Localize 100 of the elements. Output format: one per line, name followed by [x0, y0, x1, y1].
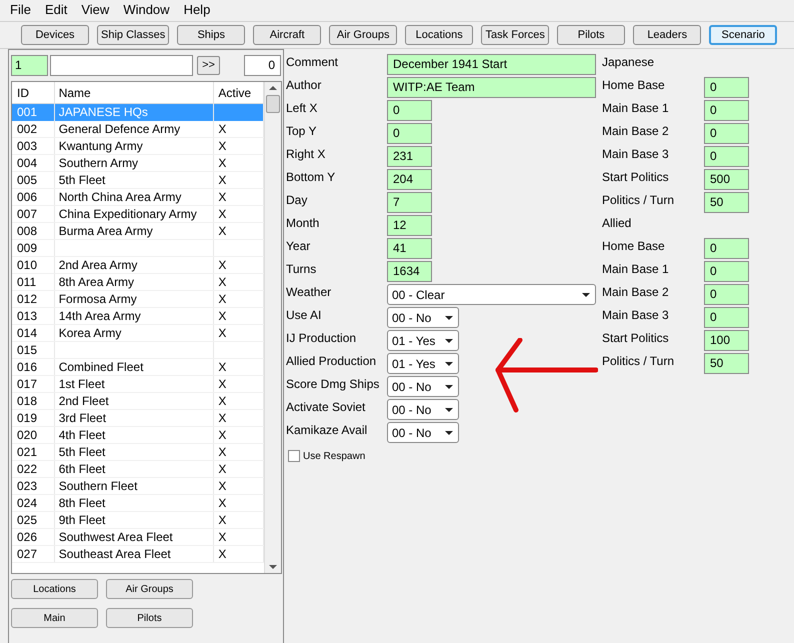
table-cell: 004	[17, 156, 38, 170]
nav-button[interactable]: Main	[11, 608, 98, 628]
table-row[interactable]: 027 Southeast Area Fleet X	[12, 546, 264, 563]
table-row[interactable]: 005 5th Fleet X	[12, 172, 264, 189]
table-cell: General Defence Army	[58, 122, 180, 136]
input-field[interactable]: 41	[387, 238, 432, 259]
field-label: Start Politics	[602, 170, 669, 184]
table-cell: 026	[17, 530, 38, 544]
section-heading: Japanese	[602, 55, 654, 69]
menu-item[interactable]: Edit	[44, 0, 68, 20]
table-row[interactable]: 007 China Expeditionary Army X	[12, 206, 264, 223]
input-field[interactable]: December 1941 Start	[387, 54, 596, 75]
table-row[interactable]: 012 Formosa Army X	[12, 291, 264, 308]
dropdown[interactable]: 00 - No	[387, 376, 459, 397]
count-field[interactable]: 0	[244, 55, 281, 76]
tab[interactable]: Pilots	[557, 25, 626, 45]
dropdown[interactable]: 00 - No	[387, 307, 459, 328]
input-field[interactable]: 0	[704, 261, 749, 282]
input-field[interactable]: WITP:AE Team	[387, 77, 596, 98]
input-field[interactable]: 0	[704, 284, 749, 305]
input-field[interactable]: 0	[387, 100, 432, 121]
input-field[interactable]: 231	[387, 146, 432, 167]
table-row[interactable]: 021 5th Fleet X	[12, 444, 264, 461]
table-row[interactable]: 025 9th Fleet X	[12, 512, 264, 529]
input-field[interactable]: 1634	[387, 261, 432, 282]
nav-button[interactable]: Pilots	[106, 608, 193, 628]
scrollbar[interactable]	[264, 82, 281, 573]
table-row[interactable]: 006 North China Area Army X	[12, 189, 264, 206]
menu-item[interactable]: Window	[123, 0, 170, 20]
table-row[interactable]: 011 8th Area Army X	[12, 274, 264, 291]
input-field[interactable]: 0	[704, 123, 749, 144]
field-label: Main Base 3	[602, 147, 669, 161]
table-cell: 009	[17, 241, 38, 255]
nav-button[interactable]: Air Groups	[106, 579, 193, 599]
table-cell: X	[218, 547, 226, 561]
tab[interactable]: Air Groups	[329, 25, 398, 45]
table-cell: X	[218, 292, 226, 306]
table-row[interactable]: 009	[12, 240, 264, 257]
table-cell: 5th Fleet	[58, 173, 106, 187]
dropdown[interactable]: 01 - Yes	[387, 330, 459, 351]
go-button[interactable]: >>	[197, 56, 220, 75]
menu-item[interactable]: Help	[184, 0, 210, 20]
table-row[interactable]: 013 14th Area Army X	[12, 308, 264, 325]
tab[interactable]: Devices	[21, 25, 89, 45]
tab[interactable]: Aircraft	[253, 25, 322, 45]
dropdown[interactable]: 00 - No	[387, 422, 459, 443]
table-cell: X	[218, 445, 226, 459]
tab[interactable]: Ships	[177, 25, 246, 45]
dropdown-arrow-icon	[445, 362, 453, 366]
table-row[interactable]: 014 Korea Army X	[12, 325, 264, 342]
table-row[interactable]: 024 8th Fleet X	[12, 495, 264, 512]
input-field[interactable]: 500	[704, 169, 749, 190]
input-field[interactable]: 7	[387, 192, 432, 213]
table-row[interactable]: 023 Southern Fleet X	[12, 478, 264, 495]
input-field[interactable]: 0	[704, 77, 749, 98]
input-field[interactable]: 100	[704, 330, 749, 351]
input-field[interactable]: 0	[387, 123, 432, 144]
table-row[interactable]: 003 Kwantung Army X	[12, 138, 264, 155]
table-row[interactable]: 002 General Defence Army X	[12, 121, 264, 138]
input-field[interactable]: 12	[387, 215, 432, 236]
id-field[interactable]: 1	[11, 55, 48, 76]
tab[interactable]: Ship Classes	[97, 25, 170, 45]
table-row[interactable]: 026 Southwest Area Fleet X	[12, 529, 264, 546]
field-label: Kamikaze Avail	[286, 423, 368, 437]
respawn-checkbox[interactable]	[288, 450, 300, 462]
search-field[interactable]	[50, 55, 193, 76]
menu-item[interactable]: File	[10, 0, 31, 20]
input-field[interactable]: 50	[704, 353, 749, 374]
input-field[interactable]: 204	[387, 169, 432, 190]
table-row[interactable]: 018 2nd Fleet X	[12, 393, 264, 410]
table-cell: X	[218, 496, 226, 510]
input-field[interactable]: 0	[704, 100, 749, 121]
dropdown[interactable]: 01 - Yes	[387, 353, 459, 374]
dropdown[interactable]: 00 - No	[387, 399, 459, 420]
table-row[interactable]: 022 6th Fleet X	[12, 461, 264, 478]
table-row[interactable]: 010 2nd Area Army X	[12, 257, 264, 274]
table-row[interactable]: 017 1st Fleet X	[12, 376, 264, 393]
tab[interactable]: Scenario	[709, 25, 778, 45]
tab[interactable]: Leaders	[633, 25, 702, 45]
input-field[interactable]: 0	[704, 307, 749, 328]
table-cell: X	[218, 377, 226, 391]
table-row[interactable]: 016 Combined Fleet X	[12, 359, 264, 376]
table-cell: 020	[17, 428, 38, 442]
field-label: Left X	[286, 101, 318, 115]
input-field[interactable]: 50	[704, 192, 749, 213]
table-row[interactable]: 015	[12, 342, 264, 359]
tab[interactable]: Task Forces	[481, 25, 550, 45]
table-row[interactable]: 008 Burma Area Army X	[12, 223, 264, 240]
table-cell: 003	[17, 139, 38, 153]
tab[interactable]: Locations	[405, 25, 474, 45]
field-label: Comment	[286, 55, 338, 69]
input-field[interactable]: 0	[704, 238, 749, 259]
table-cell: X	[218, 190, 226, 204]
menu-item[interactable]: View	[81, 0, 110, 20]
dropdown[interactable]: 00 - Clear	[387, 284, 596, 305]
nav-button[interactable]: Locations	[11, 579, 98, 599]
table-row[interactable]: 019 3rd Fleet X	[12, 410, 264, 427]
table-row[interactable]: 020 4th Fleet X	[12, 427, 264, 444]
input-field[interactable]: 0	[704, 146, 749, 167]
table-row[interactable]: 004 Southern Army X	[12, 155, 264, 172]
